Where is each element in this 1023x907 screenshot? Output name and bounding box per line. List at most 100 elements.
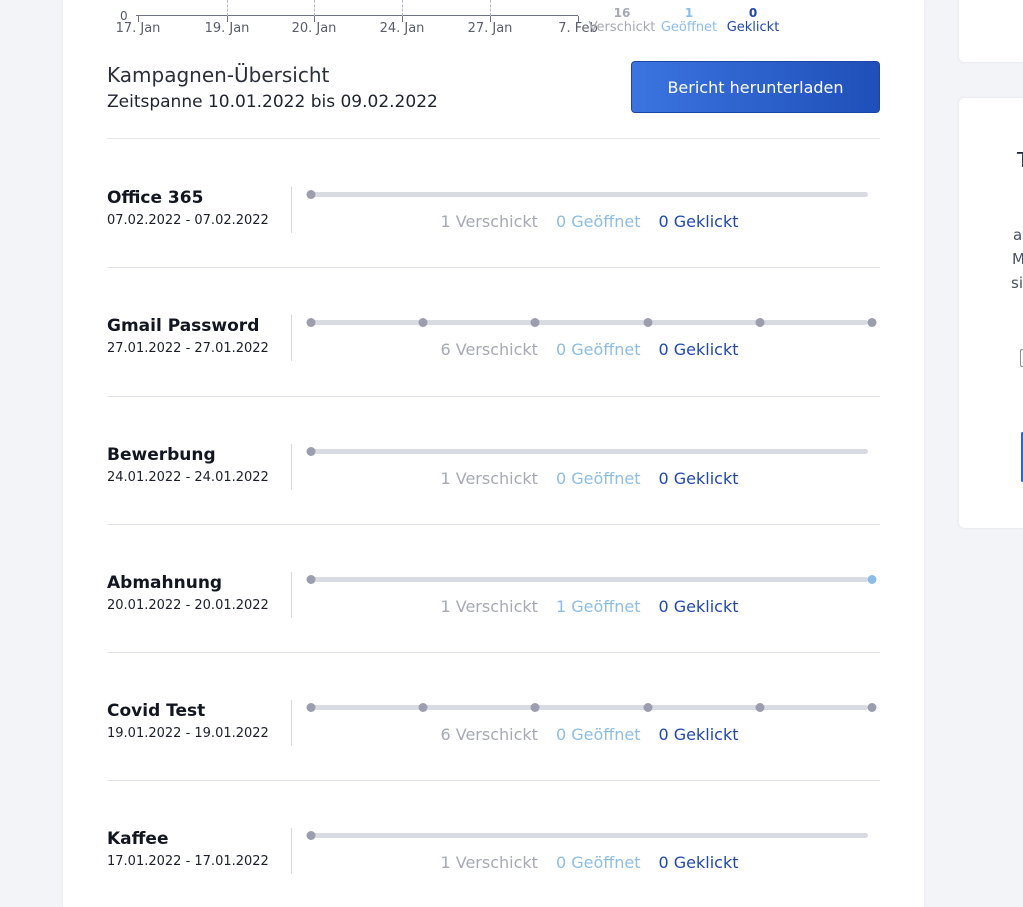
divider [107, 396, 880, 397]
campaign-row[interactable]: Office 365 07.02.2022 - 07.02.2022 1 Versc… [107, 187, 880, 252]
x-axis-tick-label: 19. Jan [204, 21, 250, 36]
x-axis-tick-label: 27. Jan [467, 21, 513, 36]
timeline-dot [530, 318, 540, 327]
timeline-dot [418, 318, 428, 327]
campaign-stats: 1 Verschickt 0 Geöffnet 0 Geklickt [311, 212, 868, 231]
campaign-name: Abmahnung [107, 573, 223, 593]
progress-track [306, 190, 868, 199]
total-clicked-value: 0 [748, 6, 758, 20]
campaign-row[interactable]: Bewerbung 24.01.2022 - 24.01.2022 1 Versch… [107, 444, 880, 509]
divider [107, 780, 880, 781]
opened-count: 0 Geöffnet [555, 853, 641, 872]
opened-count: 1 Geöffnet [555, 597, 641, 616]
campaign-name: Covid Test [107, 701, 206, 721]
total-opened-label: Geöffnet [660, 20, 718, 35]
opened-count: 0 Geöffnet [555, 212, 641, 231]
campaign-dates: 19.01.2022 - 19.01.2022 [107, 726, 269, 741]
sent-count: 1 Verschickt [440, 469, 538, 488]
progress-track [306, 318, 877, 327]
total-sent: 16 Verschickt [589, 6, 656, 36]
total-opened-value: 1 [684, 6, 694, 20]
progress-track [306, 447, 868, 456]
campaign-stats: 6 Verschickt 0 Geöffnet 0 Geklickt [311, 725, 868, 744]
campaign-row[interactable]: Kaffee 17.01.2022 - 17.01.2022 1 Verschick… [107, 828, 880, 893]
opened-count: 0 Geöffnet [555, 725, 641, 744]
side-card-title-fragment: T [1017, 150, 1023, 170]
clicked-count: 0 Geklickt [658, 725, 739, 744]
timeline-dot [306, 575, 316, 584]
sent-count: 6 Verschickt [440, 340, 538, 359]
side-card-top [959, 0, 1023, 62]
campaign-row[interactable]: Covid Test 19.01.2022 - 19.01.2022 6 Versc… [107, 700, 880, 765]
campaign-stats: 1 Verschickt 0 Geöffnet 0 Geklickt [311, 853, 868, 872]
gridline [402, 0, 403, 16]
x-axis-line [136, 15, 578, 16]
column-separator [291, 828, 292, 874]
sent-count: 1 Verschickt [440, 212, 538, 231]
campaign-row[interactable]: Gmail Password 27.01.2022 - 27.01.2022 6 V… [107, 315, 880, 380]
progress-track [306, 831, 868, 840]
total-sent-value: 16 [613, 6, 631, 20]
x-axis-tick-label: 24. Jan [379, 21, 425, 36]
progress-track [306, 575, 877, 584]
clicked-count: 0 Geklickt [658, 340, 739, 359]
campaign-name: Gmail Password [107, 316, 260, 336]
total-clicked: 0 Geklickt [727, 6, 780, 36]
campaign-dates: 20.01.2022 - 20.01.2022 [107, 598, 269, 613]
total-sent-label: Verschickt [588, 20, 656, 35]
divider [107, 524, 880, 525]
timeline-dot [530, 703, 540, 712]
opened-count: 0 Geöffnet [555, 340, 641, 359]
campaign-stats: 6 Verschickt 0 Geöffnet 0 Geklickt [311, 340, 868, 359]
clicked-count: 0 Geklickt [658, 212, 739, 231]
timeline-dot [306, 703, 316, 712]
total-opened: 1 Geöffnet [661, 6, 717, 36]
side-card-info: T a M si [959, 98, 1023, 528]
total-clicked-label: Geklickt [726, 20, 780, 35]
timeline-dot [867, 318, 877, 327]
gridline [314, 0, 315, 16]
timeline-dot [306, 447, 316, 456]
divider [107, 138, 880, 139]
column-separator [291, 572, 292, 618]
divider [107, 652, 880, 653]
timeline-dot [306, 318, 316, 327]
clicked-count: 0 Geklickt [658, 469, 739, 488]
timeline-dot [643, 318, 653, 327]
clicked-count: 0 Geklickt [658, 853, 739, 872]
campaign-dates: 07.02.2022 - 07.02.2022 [107, 213, 269, 228]
campaign-dates: 24.01.2022 - 24.01.2022 [107, 470, 269, 485]
sent-count: 1 Verschickt [440, 597, 538, 616]
sent-count: 6 Verschickt [440, 725, 538, 744]
campaign-stats: 1 Verschickt 0 Geöffnet 0 Geklickt [311, 469, 868, 488]
opened-count: 0 Geöffnet [555, 469, 641, 488]
progress-track [306, 703, 877, 712]
timeline-dot [418, 703, 428, 712]
side-card-text-fragment: si [1011, 274, 1023, 292]
page-title: Kampagnen-Übersicht [107, 63, 330, 87]
campaign-dates: 17.01.2022 - 17.01.2022 [107, 854, 269, 869]
campaign-name: Office 365 [107, 188, 204, 208]
x-axis-tick-label: 20. Jan [291, 21, 337, 36]
timeline-dot [755, 703, 765, 712]
x-axis-tick-label: 17. Jan [115, 21, 161, 36]
period-label: Zeitspanne 10.01.2022 bis 09.02.2022 [107, 92, 438, 112]
timeline-dot [643, 703, 653, 712]
column-separator [291, 700, 292, 746]
side-card-text-fragment: a [1013, 226, 1023, 244]
side-card-text-fragment: M [1012, 250, 1023, 268]
campaign-dates: 27.01.2022 - 27.01.2022 [107, 341, 269, 356]
gridline [227, 0, 228, 16]
sent-count: 1 Verschickt [440, 853, 538, 872]
campaign-row[interactable]: Abmahnung 20.01.2022 - 20.01.2022 1 Versch… [107, 572, 880, 637]
timeline-dot [306, 831, 316, 840]
clicked-count: 0 Geklickt [658, 597, 739, 616]
download-report-button[interactable]: Bericht herunterladen [631, 61, 880, 113]
gridline [490, 0, 491, 16]
timeline-dot [755, 318, 765, 327]
opened-dot [867, 575, 877, 584]
timeline-dot [306, 190, 316, 199]
campaign-name: Kaffee [107, 829, 169, 849]
divider [107, 267, 880, 268]
timeline-dot [867, 703, 877, 712]
